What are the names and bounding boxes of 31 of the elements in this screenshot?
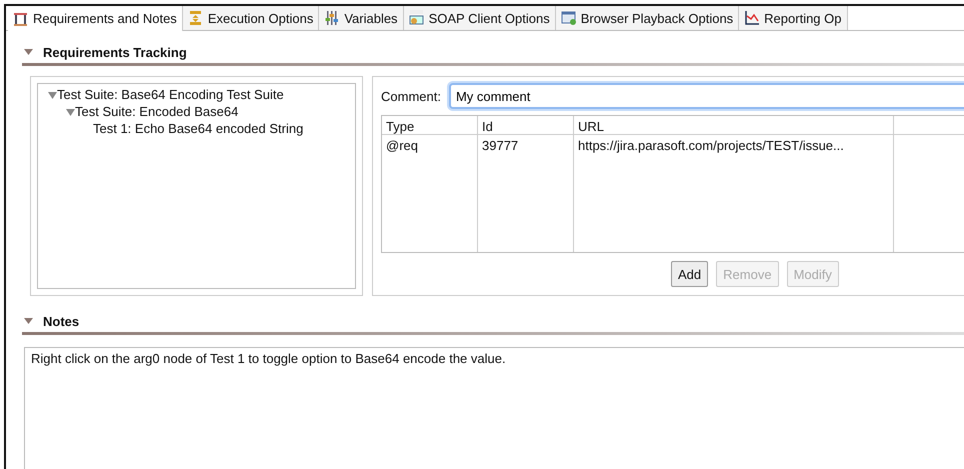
table-cell: @req [382,135,478,252]
section-title: Requirements Tracking [43,44,187,60]
tab[interactable]: Requirements and Notes [8,6,183,31]
tab[interactable]: Execution Options [182,6,320,30]
soap-icon [408,10,424,26]
browser-window-icon [560,10,576,26]
comment-field[interactable]: My comment [448,83,964,109]
tab[interactable]: Browser Playback Options [556,6,740,30]
expanded-arrow-icon[interactable] [24,49,33,55]
action-button[interactable]: Add [671,261,708,287]
tree-item[interactable]: Test Suite: Encoded Base64 [75,104,238,119]
pillar-icon [13,10,28,26]
comment-label: Comment: [381,88,441,104]
column-header[interactable]: URL [574,116,894,135]
tab[interactable]: Variables [319,6,404,30]
column-header[interactable]: Type [382,116,478,135]
tree-item[interactable]: Test 1: Echo Base64 encoded String [93,121,304,136]
expanded-arrow-icon[interactable] [24,318,33,324]
tab[interactable]: SOAP Client Options [404,6,556,30]
expanded-arrow-icon[interactable] [48,90,57,98]
section-title: Notes [43,314,80,328]
sliders-icon [324,10,340,26]
arrows-icon [188,10,203,26]
tree-item[interactable]: Test Suite: Base64 Encoding Test Suite [57,87,284,102]
notes-text[interactable]: Right click on the arg0 node of Test 1 to toggle option to Base64 encode the value. [24,347,964,469]
tab[interactable]: Reporting Op [739,6,848,30]
chart-icon [744,10,760,26]
table-cell: 39777 [478,135,574,252]
expanded-arrow-icon[interactable] [66,108,75,116]
table-cell: https://jira.parasoft.com/projects/TEST/issue... [574,135,894,252]
column-header[interactable]: Id [478,116,574,135]
